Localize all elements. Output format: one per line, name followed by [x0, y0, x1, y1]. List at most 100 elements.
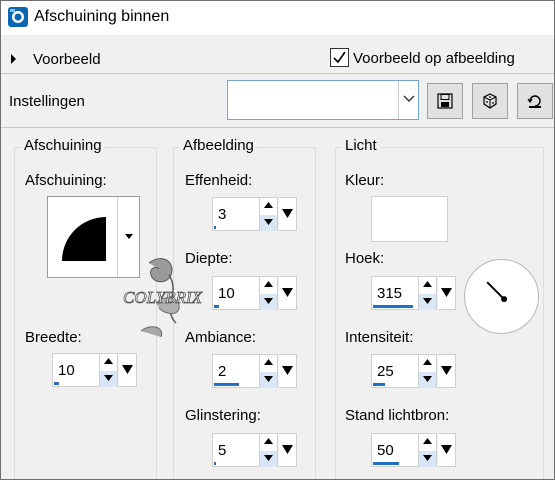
elevation-value: 50	[377, 442, 394, 459]
elevation-spinner[interactable]: 50	[371, 433, 457, 467]
angle-knob[interactable]	[501, 296, 508, 303]
increment-button[interactable]	[260, 277, 277, 293]
window-title: Afschuining binnen	[34, 8, 170, 25]
elevation-stepper	[419, 433, 437, 467]
decrement-button[interactable]	[419, 294, 436, 310]
decrement-button[interactable]	[260, 372, 277, 388]
width-field[interactable]: 10	[52, 353, 100, 387]
increment-button[interactable]	[100, 354, 117, 370]
randomize-button[interactable]	[472, 83, 508, 119]
depth-spinner[interactable]: 10	[212, 276, 298, 310]
slider-popup-button[interactable]	[119, 353, 137, 387]
preview-on-image-option[interactable]: Voorbeeld op afbeelding	[330, 48, 530, 70]
reset-icon	[527, 95, 541, 108]
slider-popup-button[interactable]	[279, 354, 297, 388]
increment-button[interactable]	[419, 277, 436, 293]
triangle-down-icon	[264, 455, 273, 461]
decrement-button[interactable]	[419, 451, 436, 467]
shininess-label: Glinstering:	[185, 407, 261, 424]
title-bar[interactable]: Afschuining binnen	[1, 1, 554, 35]
intensity-value: 25	[377, 363, 394, 380]
increment-button[interactable]	[260, 355, 277, 371]
preview-expander[interactable]: Voorbeeld	[11, 51, 121, 71]
increment-button[interactable]	[419, 355, 436, 371]
save-preset-button[interactable]	[427, 83, 463, 119]
shininess-spinner[interactable]: 5	[212, 433, 298, 467]
slider-popup-button[interactable]	[279, 276, 297, 310]
increment-button[interactable]	[419, 434, 436, 450]
elevation-level-bar	[373, 462, 399, 465]
triangle-up-icon	[104, 358, 113, 364]
shininess-stepper	[260, 433, 278, 467]
decrement-button[interactable]	[260, 294, 277, 310]
smoothness-spinner[interactable]: 3	[212, 197, 298, 231]
caret-down-icon	[125, 234, 133, 239]
intensity-level-bar	[373, 383, 385, 386]
width-label: Breedte:	[25, 329, 82, 346]
angle-needle	[486, 281, 505, 300]
angle-stepper	[419, 276, 437, 310]
smoothness-stepper	[260, 197, 278, 231]
preset-dropdown[interactable]	[227, 80, 419, 120]
smoothness-value: 3	[218, 206, 227, 223]
ambience-stepper	[260, 354, 278, 388]
triangle-up-icon	[264, 359, 273, 365]
triangle-up-icon	[423, 281, 432, 287]
bevel-shape-label: Afschuining:	[25, 172, 107, 189]
triangle-up-icon	[264, 438, 273, 444]
dropdown-arrow[interactable]	[398, 81, 418, 119]
dialog-window: Afschuining binnen Voorbeeld Voorbeeld o…	[0, 0, 555, 480]
intensity-spinner[interactable]: 25	[371, 354, 457, 388]
save-icon	[437, 93, 453, 109]
width-stepper	[100, 353, 118, 387]
width-spinner[interactable]: 10	[52, 353, 138, 387]
angle-dial[interactable]	[464, 259, 539, 334]
triangle-up-icon	[264, 202, 273, 208]
dice-icon	[483, 93, 497, 109]
depth-stepper	[260, 276, 278, 310]
slider-popup-button[interactable]	[279, 197, 297, 231]
watermark: COLYBRIX	[121, 253, 221, 343]
ambience-field[interactable]: 2	[212, 354, 260, 388]
triangle-down-icon	[264, 298, 273, 304]
decrement-button[interactable]	[260, 451, 277, 467]
elevation-field[interactable]: 50	[371, 433, 419, 467]
triangle-up-icon	[423, 359, 432, 365]
caret-down-icon	[282, 445, 293, 454]
smoothness-field[interactable]: 3	[212, 197, 260, 231]
preview-on-image-checkbox[interactable]	[330, 48, 349, 67]
triangle-down-icon	[264, 376, 273, 382]
intensity-label: Intensiteit:	[345, 329, 414, 346]
slider-popup-button[interactable]	[279, 433, 297, 467]
decrement-button[interactable]	[260, 215, 277, 231]
decrement-button[interactable]	[419, 372, 436, 388]
divider	[1, 127, 554, 128]
slider-popup-button[interactable]	[438, 433, 456, 467]
bevel-shape-preview	[62, 217, 106, 261]
slider-popup-button[interactable]	[438, 276, 456, 310]
ambience-spinner[interactable]: 2	[212, 354, 298, 388]
slider-popup-button[interactable]	[438, 354, 456, 388]
decrement-button[interactable]	[100, 371, 117, 387]
preview-label: Voorbeeld	[33, 51, 101, 68]
shininess-field[interactable]: 5	[212, 433, 260, 467]
light-group-title: Licht	[342, 137, 380, 154]
increment-button[interactable]	[260, 198, 277, 214]
intensity-stepper	[419, 354, 437, 388]
caret-down-icon	[441, 288, 452, 297]
image-group-title: Afbeelding	[180, 137, 257, 154]
light-color-swatch[interactable]	[371, 196, 448, 242]
intensity-field[interactable]: 25	[371, 354, 419, 388]
chevron-down-icon	[403, 95, 415, 102]
angle-value: 315	[377, 285, 403, 302]
triangle-down-icon	[264, 219, 273, 225]
triangle-down-icon	[423, 376, 432, 382]
caret-down-icon	[282, 288, 293, 297]
angle-spinner[interactable]: 315	[371, 276, 457, 310]
divider	[1, 73, 554, 74]
app-icon	[8, 7, 28, 27]
increment-button[interactable]	[260, 434, 277, 450]
reset-button[interactable]	[517, 83, 553, 119]
angle-field[interactable]: 315	[371, 276, 419, 310]
expand-arrow-icon	[11, 54, 16, 64]
